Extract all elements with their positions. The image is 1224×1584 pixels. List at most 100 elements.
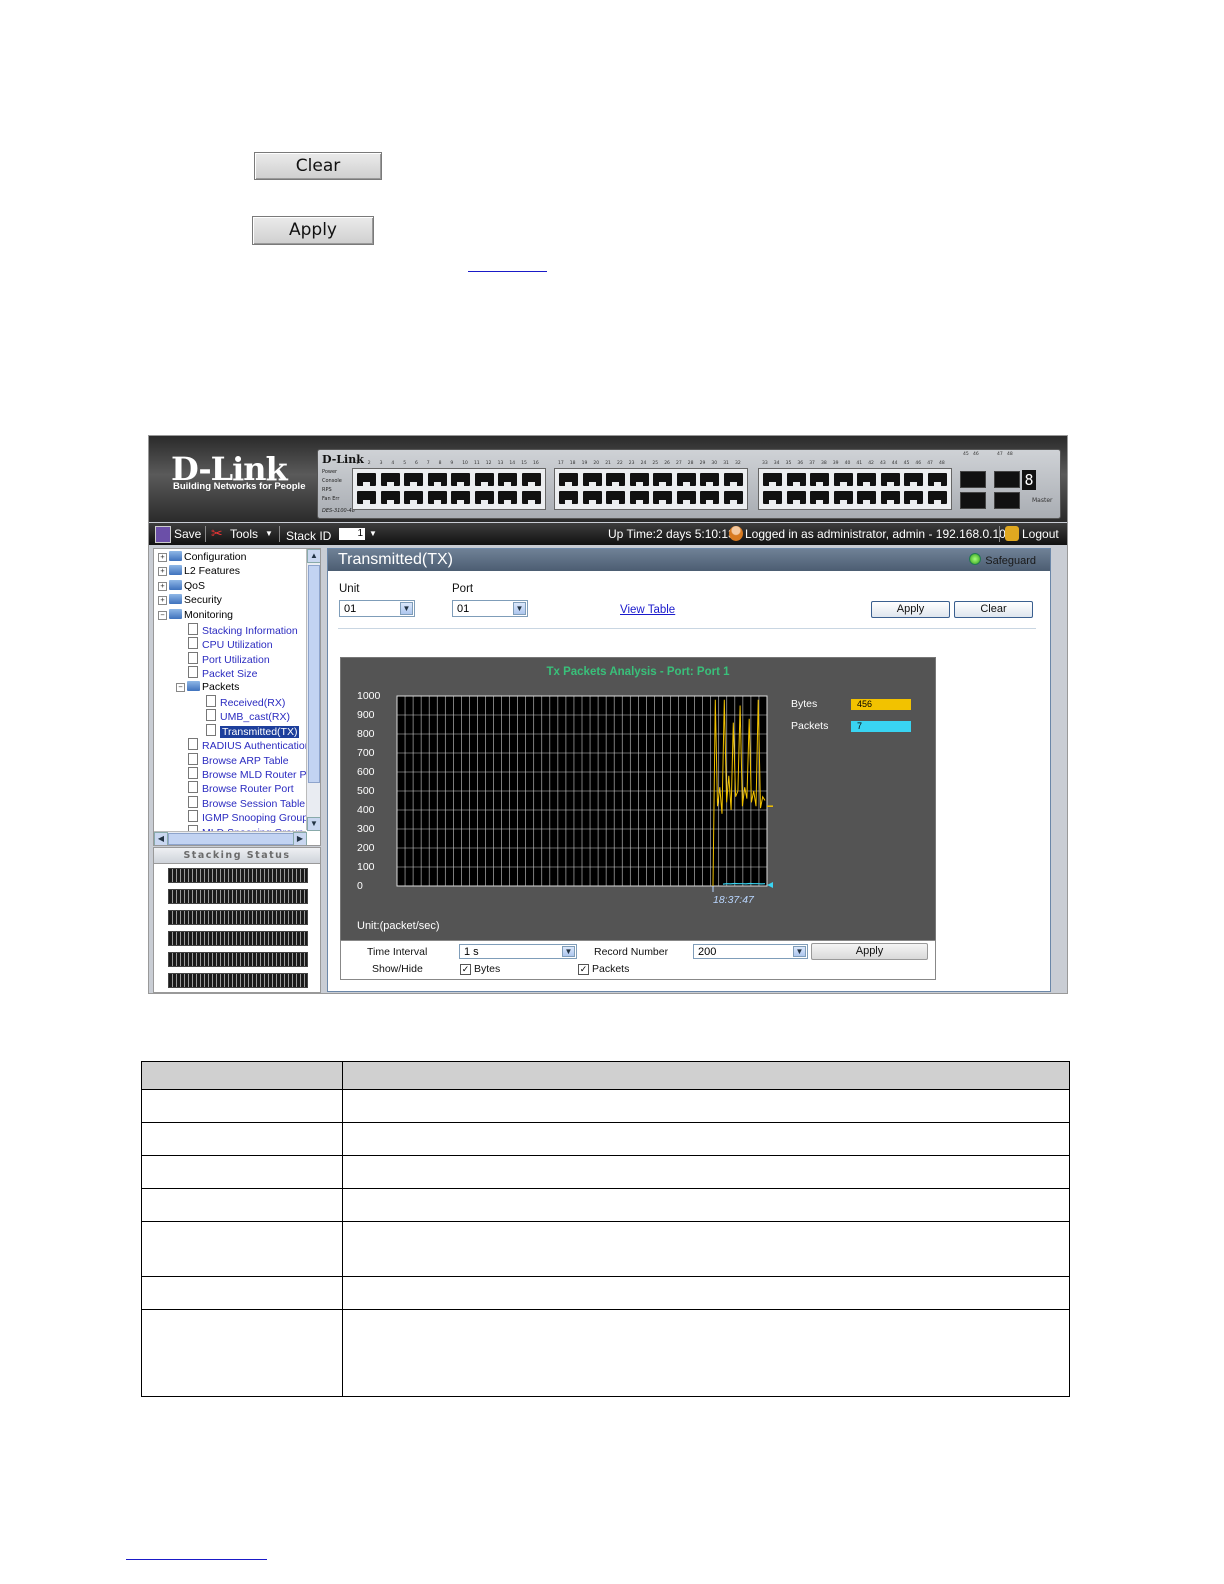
tree-item[interactable]: UMB_cast(RX) (206, 709, 290, 723)
ethernet-port[interactable] (498, 473, 517, 486)
ethernet-port[interactable] (357, 473, 376, 486)
tree-horizontal-scrollbar[interactable]: ◀ ▶ (154, 831, 307, 845)
tree-item[interactable]: RADIUS Authentication (188, 738, 311, 752)
logout-button[interactable]: Logout (1022, 527, 1059, 541)
scroll-thumb[interactable] (308, 565, 320, 783)
ethernet-port[interactable] (833, 473, 853, 486)
ethernet-port[interactable] (582, 491, 602, 504)
ethernet-port[interactable] (880, 473, 900, 486)
tree-item[interactable]: + Configuration (158, 551, 246, 563)
ethernet-port[interactable] (451, 473, 470, 486)
tree-item[interactable]: IGMP Snooping Group (188, 810, 308, 824)
scroll-thumb[interactable] (168, 833, 294, 845)
tools-dropdown-icon[interactable]: ▼ (265, 529, 273, 538)
ethernet-port[interactable] (880, 491, 900, 504)
stack-id-dropdown-icon[interactable]: ▼ (369, 529, 377, 538)
stack-unit-image[interactable] (168, 910, 308, 925)
stack-unit-image[interactable] (168, 889, 308, 904)
save-button[interactable]: Save (174, 527, 201, 541)
ethernet-port[interactable] (904, 491, 923, 504)
tree-item[interactable]: − Monitoring (158, 608, 233, 621)
tree-item[interactable]: Received(RX) (206, 695, 285, 709)
ethernet-port[interactable] (474, 473, 494, 486)
ethernet-port[interactable] (700, 491, 719, 504)
logout-key-icon[interactable] (1005, 526, 1019, 541)
tree-item[interactable]: + Security (158, 594, 222, 606)
ethernet-port[interactable] (676, 473, 696, 486)
record-number-select[interactable]: 200 ▼ (693, 944, 808, 959)
ethernet-port[interactable] (582, 473, 602, 486)
ethernet-port[interactable] (498, 491, 517, 504)
chevron-down-icon[interactable]: ▼ (562, 946, 575, 957)
ethernet-port[interactable] (404, 491, 423, 504)
ethernet-port[interactable] (380, 473, 400, 486)
ethernet-port[interactable] (559, 473, 578, 486)
expand-icon[interactable]: + (158, 596, 167, 606)
tree-item[interactable]: Browse Session Table (188, 795, 305, 810)
chevron-down-icon[interactable]: ▼ (513, 602, 526, 615)
scroll-down-icon[interactable]: ▼ (307, 817, 320, 831)
stack-unit-image[interactable] (168, 973, 308, 988)
ethernet-port[interactable] (380, 491, 400, 504)
ethernet-port[interactable] (629, 491, 649, 504)
ethernet-port[interactable] (559, 491, 578, 504)
tree-item[interactable]: CPU Utilization (188, 637, 273, 651)
ethernet-port[interactable] (786, 473, 806, 486)
ethernet-port[interactable] (629, 473, 649, 486)
doc-clear-button[interactable]: Clear (254, 152, 382, 180)
ethernet-port[interactable] (786, 491, 806, 504)
tree-item[interactable]: + QoS (158, 579, 205, 592)
chart-apply-button[interactable]: Apply (811, 943, 928, 960)
sfp-port[interactable] (994, 471, 1020, 488)
sfp-port[interactable] (960, 492, 986, 509)
ethernet-port[interactable] (763, 473, 782, 486)
ethernet-port[interactable] (904, 473, 923, 486)
ethernet-port[interactable] (451, 491, 470, 504)
ethernet-port[interactable] (474, 491, 494, 504)
expand-icon[interactable]: + (158, 581, 167, 591)
ethernet-port[interactable] (700, 473, 719, 486)
ethernet-port[interactable] (810, 491, 829, 504)
tree-item[interactable]: Browse MLD Router Po (188, 767, 312, 781)
ethernet-port[interactable] (763, 491, 782, 504)
ethernet-port[interactable] (653, 473, 672, 486)
tree-item[interactable]: Browse Router Port (188, 781, 294, 795)
stack-unit-image[interactable] (168, 931, 308, 946)
doc-apply-button[interactable]: Apply (252, 216, 374, 245)
stack-id-select[interactable]: 1 (339, 528, 365, 540)
ethernet-port[interactable] (810, 473, 829, 486)
view-table-link[interactable]: View Table (620, 604, 675, 616)
expand-icon[interactable]: + (158, 567, 167, 577)
tree-item[interactable]: − Packets (176, 680, 239, 693)
ethernet-port[interactable] (723, 473, 743, 486)
ethernet-port[interactable] (427, 473, 447, 486)
tree-item[interactable]: Browse ARP Table (188, 752, 289, 767)
ethernet-port[interactable] (521, 473, 541, 486)
ethernet-port[interactable] (676, 491, 696, 504)
sfp-port[interactable] (960, 471, 986, 488)
tree-vertical-scrollbar[interactable]: ▲ ▼ (306, 549, 320, 831)
tools-menu[interactable]: Tools (230, 527, 258, 541)
ethernet-port[interactable] (606, 473, 625, 486)
tree-item[interactable]: Port Utilization (188, 651, 270, 666)
scroll-left-icon[interactable]: ◀ (154, 832, 168, 845)
ethernet-port[interactable] (653, 491, 672, 504)
chevron-down-icon[interactable]: ▼ (400, 602, 413, 615)
ethernet-port[interactable] (857, 491, 876, 504)
collapse-icon[interactable]: − (158, 610, 167, 620)
ethernet-port[interactable] (857, 473, 876, 486)
ethernet-port[interactable] (927, 473, 947, 486)
stack-unit-image[interactable] (168, 868, 308, 883)
unit-select[interactable]: 01 ▼ (339, 600, 415, 617)
tree-item[interactable]: Packet Size (188, 666, 257, 680)
sfp-port[interactable] (994, 492, 1020, 509)
expand-icon[interactable]: + (158, 553, 167, 562)
ethernet-port[interactable] (927, 491, 947, 504)
bytes-checkbox[interactable]: ✓ (460, 964, 471, 975)
packets-checkbox[interactable]: ✓ (578, 964, 589, 975)
ethernet-port[interactable] (723, 491, 743, 504)
ethernet-port[interactable] (606, 491, 625, 504)
tree-item[interactable]: Stacking Information (188, 623, 298, 637)
ethernet-port[interactable] (357, 491, 376, 504)
tree-item[interactable]: + L2 Features (158, 565, 240, 577)
